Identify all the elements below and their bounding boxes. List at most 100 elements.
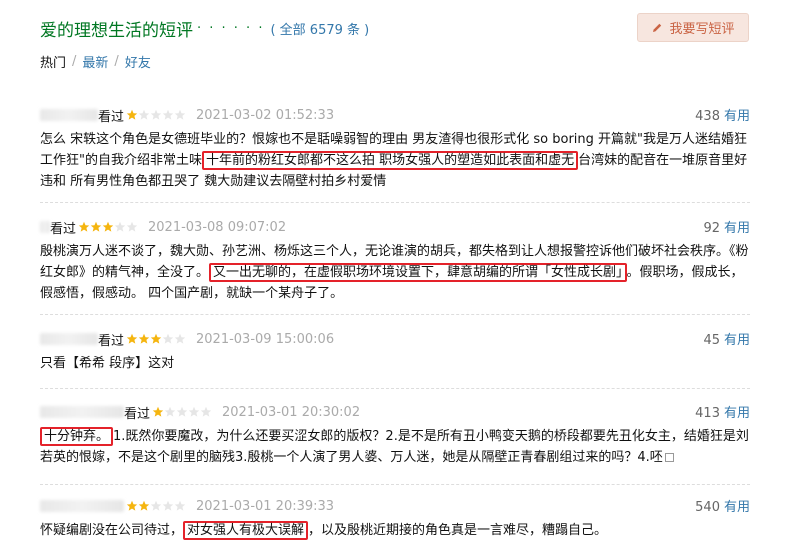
review-text-part: 只看【希希 段序】这对 [40, 356, 175, 371]
review-item: 看过 2021-03-08 09:07:02 92 有用 殷桃演万人迷不谈了，魏大… [40, 217, 750, 304]
review-item: 看过 2021-03-01 20:30:02 413 有用 十分钟弃。 1.既然你要… [40, 402, 750, 468]
vote-count: 92 有用 [703, 217, 750, 236]
vote-number: 540 [695, 500, 720, 515]
star-empty-icon [164, 406, 176, 417]
star-empty-icon [162, 109, 174, 120]
star-empty-icon [150, 500, 162, 511]
review-item: 看过 2021-03-02 01:52:33 438 有用 怎么 宋轶这个角色是女… [40, 105, 750, 192]
review-time: 2021-03-01 20:39:33 [196, 498, 335, 514]
vote-count: 413 有用 [695, 402, 750, 421]
review-time: 2021-03-02 01:52:33 [196, 107, 335, 123]
divider [40, 388, 750, 389]
review-meta: 看过 2021-03-01 20:30:02 413 有用 [40, 402, 750, 422]
star-empty-icon [162, 500, 174, 511]
rating-stars [126, 500, 186, 512]
star-empty-icon [162, 333, 174, 344]
username-blurred[interactable] [40, 333, 98, 345]
sort-separator: / [72, 54, 77, 69]
rating-stars [126, 333, 186, 345]
useful-button[interactable]: 有用 [724, 109, 750, 124]
username-blurred[interactable] [40, 406, 124, 418]
vote-number: 92 [703, 221, 720, 236]
vote-number: 413 [695, 406, 720, 421]
vote-count: 45 有用 [703, 329, 750, 348]
review-time: 2021-03-09 15:00:06 [196, 331, 335, 347]
useful-button[interactable]: 有用 [724, 406, 750, 421]
review-meta: 2021-03-01 20:39:33 540 有用 [40, 496, 750, 516]
pencil-icon [653, 23, 662, 32]
watch-status: 看过 [98, 109, 125, 125]
review-item: 看过 2021-03-09 15:00:06 45 有用 只看【希希 段序】这对 [40, 329, 750, 374]
star-filled-icon [126, 500, 138, 511]
highlighted-phrase: 十年前的粉红女郎都不这么拍 职场女强人的塑造如此表面和虚无 [201, 151, 579, 170]
username-blurred[interactable] [40, 109, 98, 121]
reviews-header: 爱的理想生活的短评 · · · · · · ( 全部 6579 条 ) [40, 14, 369, 42]
rating-stars [78, 221, 138, 233]
expand-icon[interactable] [664, 453, 674, 462]
star-empty-icon [174, 333, 186, 344]
all-reviews-count-link[interactable]: ( 全部 6579 条 ) [270, 19, 369, 38]
divider [40, 314, 750, 315]
divider [40, 202, 750, 203]
review-text-part: 1.既然你要魔改，为什么还要买涩女郎的版权？2.是不是所有丑小鸭变天鹅的桥段都要… [40, 429, 749, 465]
divider [40, 484, 750, 485]
username-blurred[interactable] [40, 221, 50, 233]
star-filled-icon [102, 221, 114, 232]
star-filled-icon [126, 109, 138, 120]
username-blurred[interactable] [40, 500, 124, 512]
review-text: 十分钟弃。 1.既然你要魔改，为什么还要买涩女郎的版权？2.是不是所有丑小鸭变天鹅… [40, 426, 750, 468]
useful-button[interactable]: 有用 [724, 221, 750, 236]
review-meta: 看过 2021-03-08 09:07:02 92 有用 [40, 217, 750, 237]
sort-tab-hot[interactable]: 热门 [40, 52, 66, 71]
star-filled-icon [126, 333, 138, 344]
review-text: 只看【希希 段序】这对 [40, 353, 750, 374]
vote-count: 540 有用 [695, 496, 750, 515]
star-filled-icon [90, 221, 102, 232]
sort-tabs: 热门 / 最新 / 好友 [40, 52, 151, 71]
star-empty-icon [188, 406, 200, 417]
watch-status: 看过 [124, 406, 151, 422]
star-filled-icon [138, 500, 150, 511]
vote-number: 45 [703, 333, 720, 348]
page-title: 爱的理想生活的短评 [40, 20, 193, 41]
star-empty-icon [174, 500, 186, 511]
review-meta: 看过 2021-03-09 15:00:06 45 有用 [40, 329, 750, 349]
star-filled-icon [152, 406, 164, 417]
review-text-part: ，以及殷桃近期接的角色真是一言难尽，糟蹋自己。 [308, 523, 608, 538]
write-review-button[interactable]: 我要写短评 [637, 13, 749, 42]
star-empty-icon [200, 406, 212, 417]
sort-tab-friends[interactable]: 好友 [125, 52, 151, 71]
review-text: 怀疑编剧没在公司待过， 对女强人有极大误解 ，以及殷桃近期接的角色真是一言难尽，糟蹋… [40, 520, 750, 541]
star-filled-icon [150, 333, 162, 344]
write-review-label: 我要写短评 [669, 22, 735, 37]
watch-status: 看过 [50, 221, 77, 237]
review-time: 2021-03-01 20:30:02 [222, 404, 361, 420]
useful-button[interactable]: 有用 [724, 333, 750, 348]
useful-button[interactable]: 有用 [724, 500, 750, 515]
review-text: 怎么 宋轶这个角色是女德班毕业的？恨嫁也不是聒噪弱智的理由 男友渣得也很形式化 … [40, 129, 750, 192]
vote-count: 438 有用 [695, 105, 750, 124]
rating-stars [152, 406, 212, 418]
star-empty-icon [138, 109, 150, 120]
highlighted-phrase: 又一出无聊的，在虚假职场环境设置下，肆意胡编的所谓「女性成长剧」 [209, 263, 627, 282]
highlighted-phrase: 十分钟弃。 [40, 427, 114, 446]
review-time: 2021-03-08 09:07:02 [148, 219, 287, 235]
review-text-part: 怀疑编剧没在公司待过， [40, 523, 184, 538]
vote-number: 438 [695, 109, 720, 124]
star-empty-icon [176, 406, 188, 417]
title-dots: · · · · · · [197, 20, 265, 36]
star-filled-icon [78, 221, 90, 232]
star-empty-icon [114, 221, 126, 232]
star-empty-icon [174, 109, 186, 120]
star-empty-icon [150, 109, 162, 120]
review-item: 2021-03-01 20:39:33 540 有用 怀疑编剧没在公司待过， 对女强… [40, 496, 750, 541]
highlighted-phrase: 对女强人有极大误解 [183, 521, 309, 540]
watch-status: 看过 [98, 333, 125, 349]
sort-tab-latest[interactable]: 最新 [82, 52, 108, 71]
rating-stars [126, 109, 186, 121]
sort-separator: / [114, 54, 119, 69]
review-text: 殷桃演万人迷不谈了，魏大勋、孙艺洲、杨烁这三个人，无论谁演的胡兵，都失格到让人想… [40, 241, 750, 304]
star-empty-icon [126, 221, 138, 232]
star-filled-icon [138, 333, 150, 344]
review-meta: 看过 2021-03-02 01:52:33 438 有用 [40, 105, 750, 125]
